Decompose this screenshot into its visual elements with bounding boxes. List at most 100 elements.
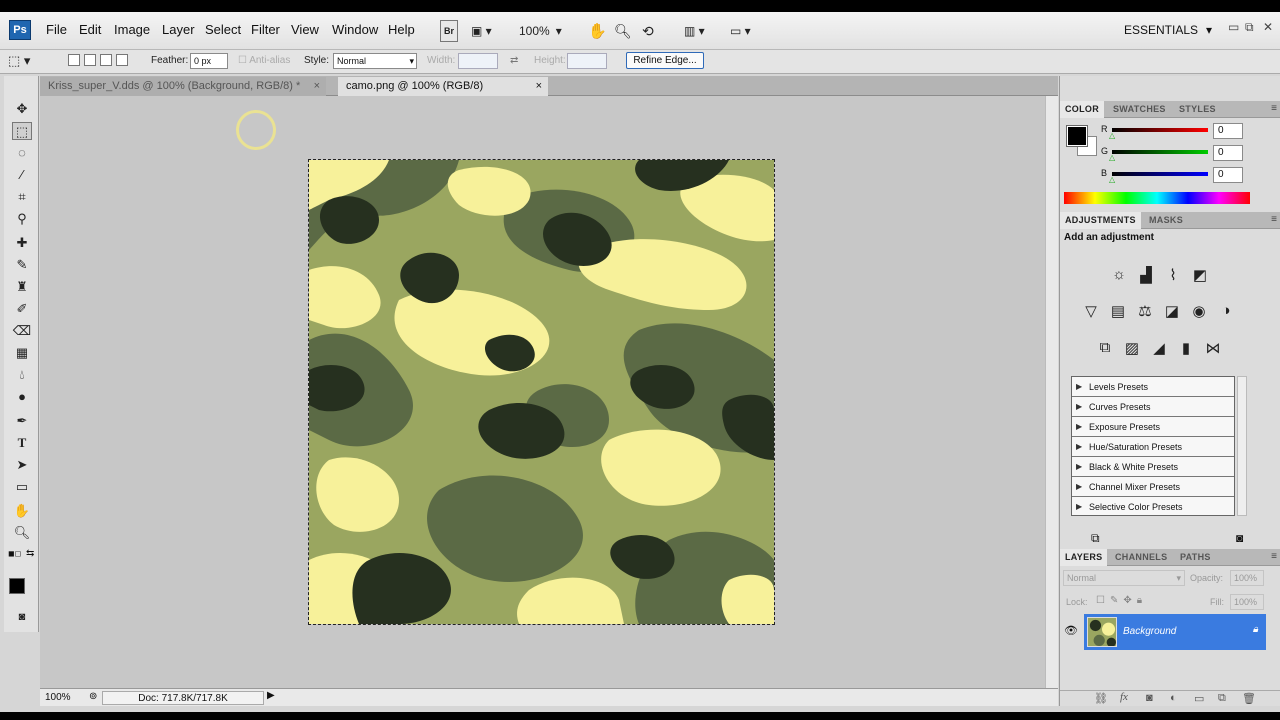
tab-styles[interactable]: STYLES (1174, 101, 1221, 118)
preset-hue-saturation[interactable]: ▶ Hue/Saturation Presets (1072, 437, 1234, 457)
style-select[interactable]: Normal ▾ (333, 53, 417, 69)
intersect-selection-button[interactable] (116, 54, 128, 66)
arrange-documents-button[interactable]: ▥ ▾ (684, 20, 705, 42)
gradient-tool-icon[interactable]: ▦ (12, 344, 32, 362)
threshold-icon[interactable]: ◢ (1148, 339, 1170, 357)
anti-alias-checkbox[interactable]: ☐ Anti-alias (238, 55, 290, 66)
crop-tool-icon[interactable]: ⌗ (12, 188, 32, 206)
tab-masks[interactable]: MASKS (1144, 212, 1188, 229)
menu-file[interactable]: File (46, 22, 67, 37)
launch-bridge-button[interactable]: Br (440, 20, 458, 42)
gradient-map-icon[interactable]: ▮ (1175, 339, 1197, 357)
lasso-tool-icon[interactable]: ◌ (12, 144, 32, 162)
fill-input[interactable]: 100% (1230, 594, 1264, 610)
hand-tool-button[interactable]: ✋ (588, 20, 607, 42)
black-white-icon[interactable]: ◪ (1161, 302, 1183, 320)
blue-slider-handle[interactable]: △ (1109, 175, 1115, 184)
vertical-scrollbar[interactable] (1045, 96, 1058, 688)
camo-image[interactable] (308, 159, 775, 625)
exposure-icon[interactable]: ◩ (1189, 266, 1211, 284)
shape-tool-icon[interactable]: ▭ (12, 478, 32, 496)
tab-layers[interactable]: LAYERS (1060, 549, 1108, 566)
screen-mode-button[interactable]: ▭ ▾ (730, 20, 751, 42)
blue-value-input[interactable]: 0 (1213, 167, 1243, 183)
photo-filter-icon[interactable]: ◉ (1188, 302, 1210, 320)
red-slider[interactable] (1112, 128, 1208, 132)
preset-black-white[interactable]: ▶ Black & White Presets (1072, 457, 1234, 477)
preset-channel-mixer[interactable]: ▶ Channel Mixer Presets (1072, 477, 1234, 497)
panel-menu-icon[interactable]: ≡ (1271, 551, 1277, 562)
preset-exposure[interactable]: ▶ Exposure Presets (1072, 417, 1234, 437)
blue-slider[interactable] (1112, 172, 1208, 176)
red-slider-handle[interactable]: △ (1109, 131, 1115, 140)
invert-icon[interactable]: ⧉ (1094, 339, 1116, 356)
new-selection-button[interactable] (68, 54, 80, 66)
levels-icon[interactable]: ▟ (1135, 266, 1157, 284)
pen-tool-icon[interactable]: ✒ (12, 412, 32, 430)
default-colors-icon[interactable]: ◼◻ (8, 549, 21, 558)
hue-saturation-icon[interactable]: ▤ (1107, 302, 1129, 320)
curves-icon[interactable]: ⌇ (1162, 266, 1184, 284)
close-icon[interactable]: × (314, 77, 320, 96)
tab-color[interactable]: COLOR (1060, 101, 1104, 118)
dodge-tool-icon[interactable]: ● (12, 388, 32, 406)
tab-paths[interactable]: PATHS (1175, 549, 1216, 566)
status-info-icon[interactable]: ⊚ (89, 691, 97, 702)
color-balance-icon[interactable]: ⚖ (1134, 302, 1156, 320)
menu-select[interactable]: Select (205, 22, 241, 37)
tab-channels[interactable]: CHANNELS (1110, 549, 1172, 566)
status-zoom-field[interactable]: 100% (42, 691, 82, 705)
presets-scrollbar[interactable] (1237, 376, 1247, 516)
lock-options-icons[interactable]: ☐✎✥🔒︎ (1096, 595, 1147, 606)
brush-tool-icon[interactable]: ✎ (12, 256, 32, 274)
view-previous-state-icon[interactable]: ◙ (1236, 531, 1243, 545)
new-layer-icon[interactable]: ⧉ (1218, 692, 1226, 705)
quick-mask-icon[interactable]: ◙ (12, 608, 32, 626)
type-tool-icon[interactable]: T (12, 434, 32, 452)
document-tab-camo[interactable]: camo.png @ 100% (RGB/8) × (338, 77, 548, 96)
menu-image[interactable]: Image (114, 22, 150, 37)
clone-stamp-tool-icon[interactable]: ♜ (12, 278, 32, 296)
new-adjustment-layer-icon[interactable]: ◐ (1170, 692, 1177, 704)
view-extras-button[interactable]: ▣ ▾ (471, 20, 492, 42)
color-spectrum-ramp[interactable] (1064, 192, 1250, 204)
foreground-color-swatch[interactable] (1066, 125, 1088, 147)
eraser-tool-icon[interactable]: ⌫ (12, 322, 32, 340)
brightness-contrast-icon[interactable]: ☼ (1108, 266, 1130, 283)
return-to-list-icon[interactable]: ⧉ (1091, 531, 1100, 546)
zoom-tool-button[interactable]: 🔍︎ (614, 20, 632, 42)
layer-visibility-eye-icon[interactable]: 👁︎ (1064, 624, 1078, 637)
tab-adjustments[interactable]: ADJUSTMENTS (1060, 212, 1141, 229)
quick-selection-tool-icon[interactable]: ⁄ (12, 166, 32, 184)
foreground-color-swatch[interactable] (9, 578, 25, 594)
tool-preset-picker[interactable]: ⬚ ▾ (8, 53, 30, 69)
eyedropper-tool-icon[interactable]: ⚲ (12, 210, 32, 228)
new-group-icon[interactable]: ▭ (1194, 692, 1204, 705)
menu-view[interactable]: View (291, 22, 319, 37)
workspace-switcher[interactable]: ESSENTIALS ▾ (1124, 23, 1212, 37)
move-tool-icon[interactable]: ✥ (12, 100, 32, 118)
subtract-from-selection-button[interactable] (100, 54, 112, 66)
canvas-area[interactable] (40, 96, 1045, 688)
refine-edge-button[interactable]: Refine Edge... (626, 52, 704, 69)
zoom-tool-icon[interactable]: 🔍︎ (12, 524, 32, 542)
green-slider[interactable] (1112, 150, 1208, 154)
red-value-input[interactable]: 0 (1213, 123, 1243, 139)
close-button[interactable]: ✕ (1263, 20, 1273, 34)
preset-curves[interactable]: ▶ Curves Presets (1072, 397, 1234, 417)
hand-tool-icon[interactable]: ✋ (12, 502, 32, 520)
link-layers-icon[interactable]: ⛓︎ (1094, 692, 1108, 705)
blur-tool-icon[interactable]: 💧︎ (12, 366, 32, 384)
close-icon[interactable]: × (536, 77, 542, 96)
feather-input[interactable]: 0 px (190, 53, 228, 69)
preset-levels[interactable]: ▶ Levels Presets (1072, 377, 1234, 397)
rotate-view-button[interactable]: ⟲ (642, 20, 654, 42)
healing-brush-tool-icon[interactable]: ✚ (12, 234, 32, 252)
minimize-button[interactable]: ▭ (1228, 20, 1239, 34)
layer-row-background[interactable]: Background 🔒︎ (1084, 614, 1266, 650)
layer-style-icon[interactable]: fx (1120, 691, 1128, 703)
width-input[interactable] (458, 53, 498, 69)
preset-selective-color[interactable]: ▶ Selective Color Presets (1072, 497, 1234, 517)
zoom-level-dropdown[interactable]: 100% ▾ (519, 20, 562, 42)
selective-color-icon[interactable]: ⋈ (1202, 339, 1224, 357)
